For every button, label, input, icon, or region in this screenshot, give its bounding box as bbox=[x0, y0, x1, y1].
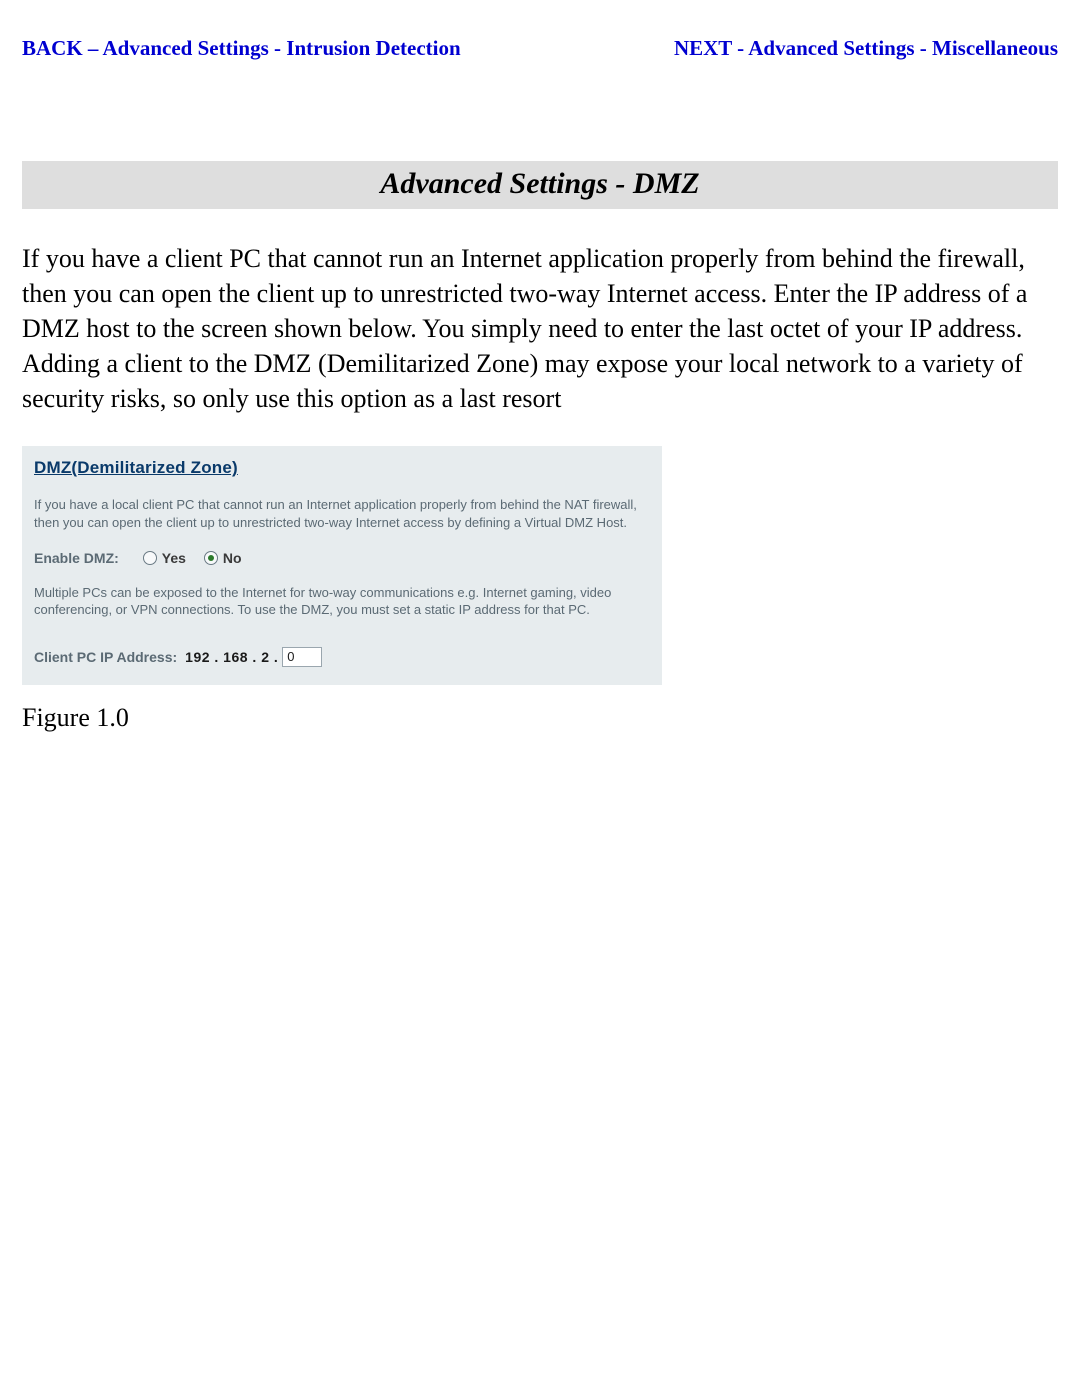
page-title: Advanced Settings - DMZ bbox=[22, 161, 1058, 209]
intro-paragraph: If you have a client PC that cannot run … bbox=[22, 241, 1058, 416]
nav-row: BACK – Advanced Settings - Intrusion Det… bbox=[22, 36, 1058, 61]
radio-yes[interactable]: Yes bbox=[143, 550, 186, 566]
panel-heading: DMZ(Demilitarized Zone) bbox=[34, 458, 650, 478]
radio-circle-icon bbox=[143, 551, 157, 565]
radio-circle-icon bbox=[204, 551, 218, 565]
ip-last-octet-input[interactable] bbox=[282, 647, 322, 667]
figure-caption: Figure 1.0 bbox=[22, 703, 1058, 733]
next-link[interactable]: NEXT - Advanced Settings - Miscellaneous bbox=[674, 36, 1058, 61]
back-link[interactable]: BACK – Advanced Settings - Intrusion Det… bbox=[22, 36, 461, 61]
dmz-panel: DMZ(Demilitarized Zone) If you have a lo… bbox=[22, 446, 662, 684]
radio-no[interactable]: No bbox=[204, 550, 242, 566]
enable-dmz-row: Enable DMZ: Yes No bbox=[34, 550, 650, 566]
document-page: BACK – Advanced Settings - Intrusion Det… bbox=[0, 0, 1080, 1397]
radio-no-label: No bbox=[223, 550, 242, 566]
enable-dmz-radio-group: Yes No bbox=[143, 550, 242, 566]
client-ip-row: Client PC IP Address: 192 . 168 . 2 . bbox=[34, 647, 650, 667]
panel-note: Multiple PCs can be exposed to the Inter… bbox=[34, 584, 650, 619]
ip-prefix: 192 . 168 . 2 . bbox=[185, 649, 278, 665]
panel-description: If you have a local client PC that canno… bbox=[34, 496, 650, 531]
radio-yes-label: Yes bbox=[162, 550, 186, 566]
client-ip-label: Client PC IP Address: bbox=[34, 649, 177, 665]
enable-dmz-label: Enable DMZ: bbox=[34, 550, 119, 566]
